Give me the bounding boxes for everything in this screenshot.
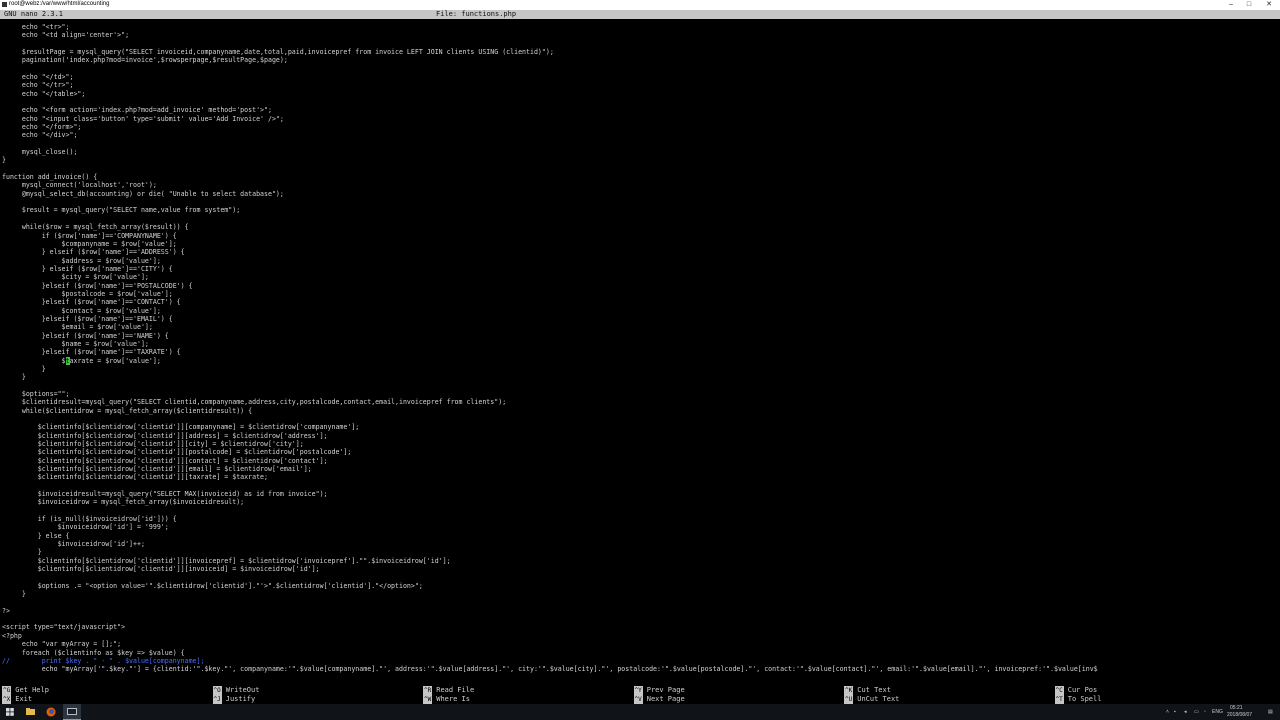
code-line: $clientinfo[$clientidrow['clientid']][in… <box>2 565 320 574</box>
language-indicator[interactable]: ENG <box>1212 709 1223 715</box>
code-line: ?> <box>2 606 10 615</box>
putty-terminal-icon[interactable] <box>63 704 81 720</box>
code-line: @mysql_select_db(accounting) or die( "Un… <box>2 189 284 198</box>
code-line: echo "myArray['".$key."'] = {clientid:'"… <box>2 665 1098 674</box>
shortcut-where-is: ^W Where Is <box>423 694 470 704</box>
nano-version: GNU nano 2.3.1 <box>4 10 64 18</box>
shortcut-label: Exit <box>15 694 33 703</box>
code-line: echo "<td align='center'>"; <box>2 31 130 40</box>
shortcut-label: Next Page <box>646 694 685 703</box>
shortcut-label: To Spell <box>1067 694 1102 703</box>
volume-icon[interactable]: ◂ <box>1184 709 1187 715</box>
windows-start-icon[interactable] <box>2 704 18 720</box>
code-line: } <box>2 156 6 165</box>
nano-filename: File: functions.php <box>436 10 517 18</box>
shortcut-key: ^W <box>423 694 433 704</box>
code-line: echo "</div>"; <box>2 131 78 140</box>
file-explorer-icon[interactable] <box>22 704 38 720</box>
shortcut-justify: ^J Justify <box>212 694 256 704</box>
tray-date[interactable]: 2018/08/07 <box>1227 712 1252 718</box>
shortcut-next-page: ^V Next Page <box>633 694 685 704</box>
close-button[interactable]: ✕ <box>1258 0 1280 10</box>
window-titlebar: root@webz:/var/www/html/accounting – □ ✕ <box>0 0 1280 10</box>
notification-icon[interactable]: ▫ <box>1204 709 1206 715</box>
shortcut-label: Prev Page <box>646 686 685 694</box>
nano-header: GNU nano 2.3.1 File: functions.php <box>0 10 1280 19</box>
code-line: $invoiceidrow = mysql_fetch_array($invoi… <box>2 498 245 507</box>
shortcut-bar: ^G Get Help ^X Exit ^O WriteOut ^J Justify ^R Rea… <box>0 686 1280 704</box>
shortcut-label: Get Help <box>15 686 49 694</box>
battery-icon[interactable]: ▭ <box>1194 709 1199 715</box>
code-line: $clientinfo[$clientidrow['clientid']][ta… <box>2 473 268 482</box>
code-line: while($clientidrow = mysql_fetch_array($… <box>2 406 253 415</box>
editor-text-area[interactable]: echo "<tr>"; echo "<td align='center'>";… <box>0 23 1280 678</box>
shortcut-label: Cur Pos <box>1067 686 1098 694</box>
shortcut-label: Read File <box>436 686 475 694</box>
shortcut-key: ^V <box>633 694 643 704</box>
shortcut-label: WriteOut <box>225 686 260 694</box>
shortcut-key: ^J <box>212 694 222 704</box>
shortcut-label: Where Is <box>436 694 470 703</box>
code-line: mysql_close(); <box>2 148 78 157</box>
shortcut-key: ^X <box>2 694 12 704</box>
firefox-icon[interactable] <box>43 704 59 720</box>
tray-expand-icon[interactable]: ˄ <box>1166 709 1169 715</box>
shortcut-key: ^U <box>844 694 854 704</box>
shortcut-label: UnCut Text <box>857 694 900 703</box>
network-icon[interactable]: ▪ <box>1174 709 1176 715</box>
windows-taskbar: ˄ ▪ ◂ ▭ ▫ ENG 05:21 2018/08/07 ▤ <box>0 704 1280 720</box>
shortcut-key: ^T <box>1054 694 1064 704</box>
code-line: $result = mysql_query("SELECT name,value… <box>2 206 241 215</box>
terminal-icon <box>2 2 7 7</box>
code-line: } <box>2 590 26 599</box>
code-line: echo "</table>"; <box>2 89 86 98</box>
tray-time[interactable]: 05:21 <box>1230 705 1243 711</box>
shortcut-uncut-text: ^U UnCut Text <box>844 694 900 704</box>
code-line: $options .= "<option value='".$clientidr… <box>2 581 423 590</box>
action-center-icon[interactable]: ▤ <box>1268 709 1273 715</box>
shortcut-exit: ^X Exit <box>2 694 33 704</box>
shortcut-label: Cut Text <box>857 686 891 694</box>
window-title: root@webz:/var/www/html/accounting <box>9 1 110 7</box>
maximize-button[interactable]: □ <box>1238 0 1260 10</box>
code-line: pagination('index.php?mod=invoice',$rows… <box>2 56 288 65</box>
text-cursor: t <box>65 356 70 365</box>
shortcut-to-spell: ^T To Spell <box>1054 694 1102 704</box>
shortcut-label: Justify <box>225 694 256 703</box>
code-line: } <box>2 373 26 382</box>
